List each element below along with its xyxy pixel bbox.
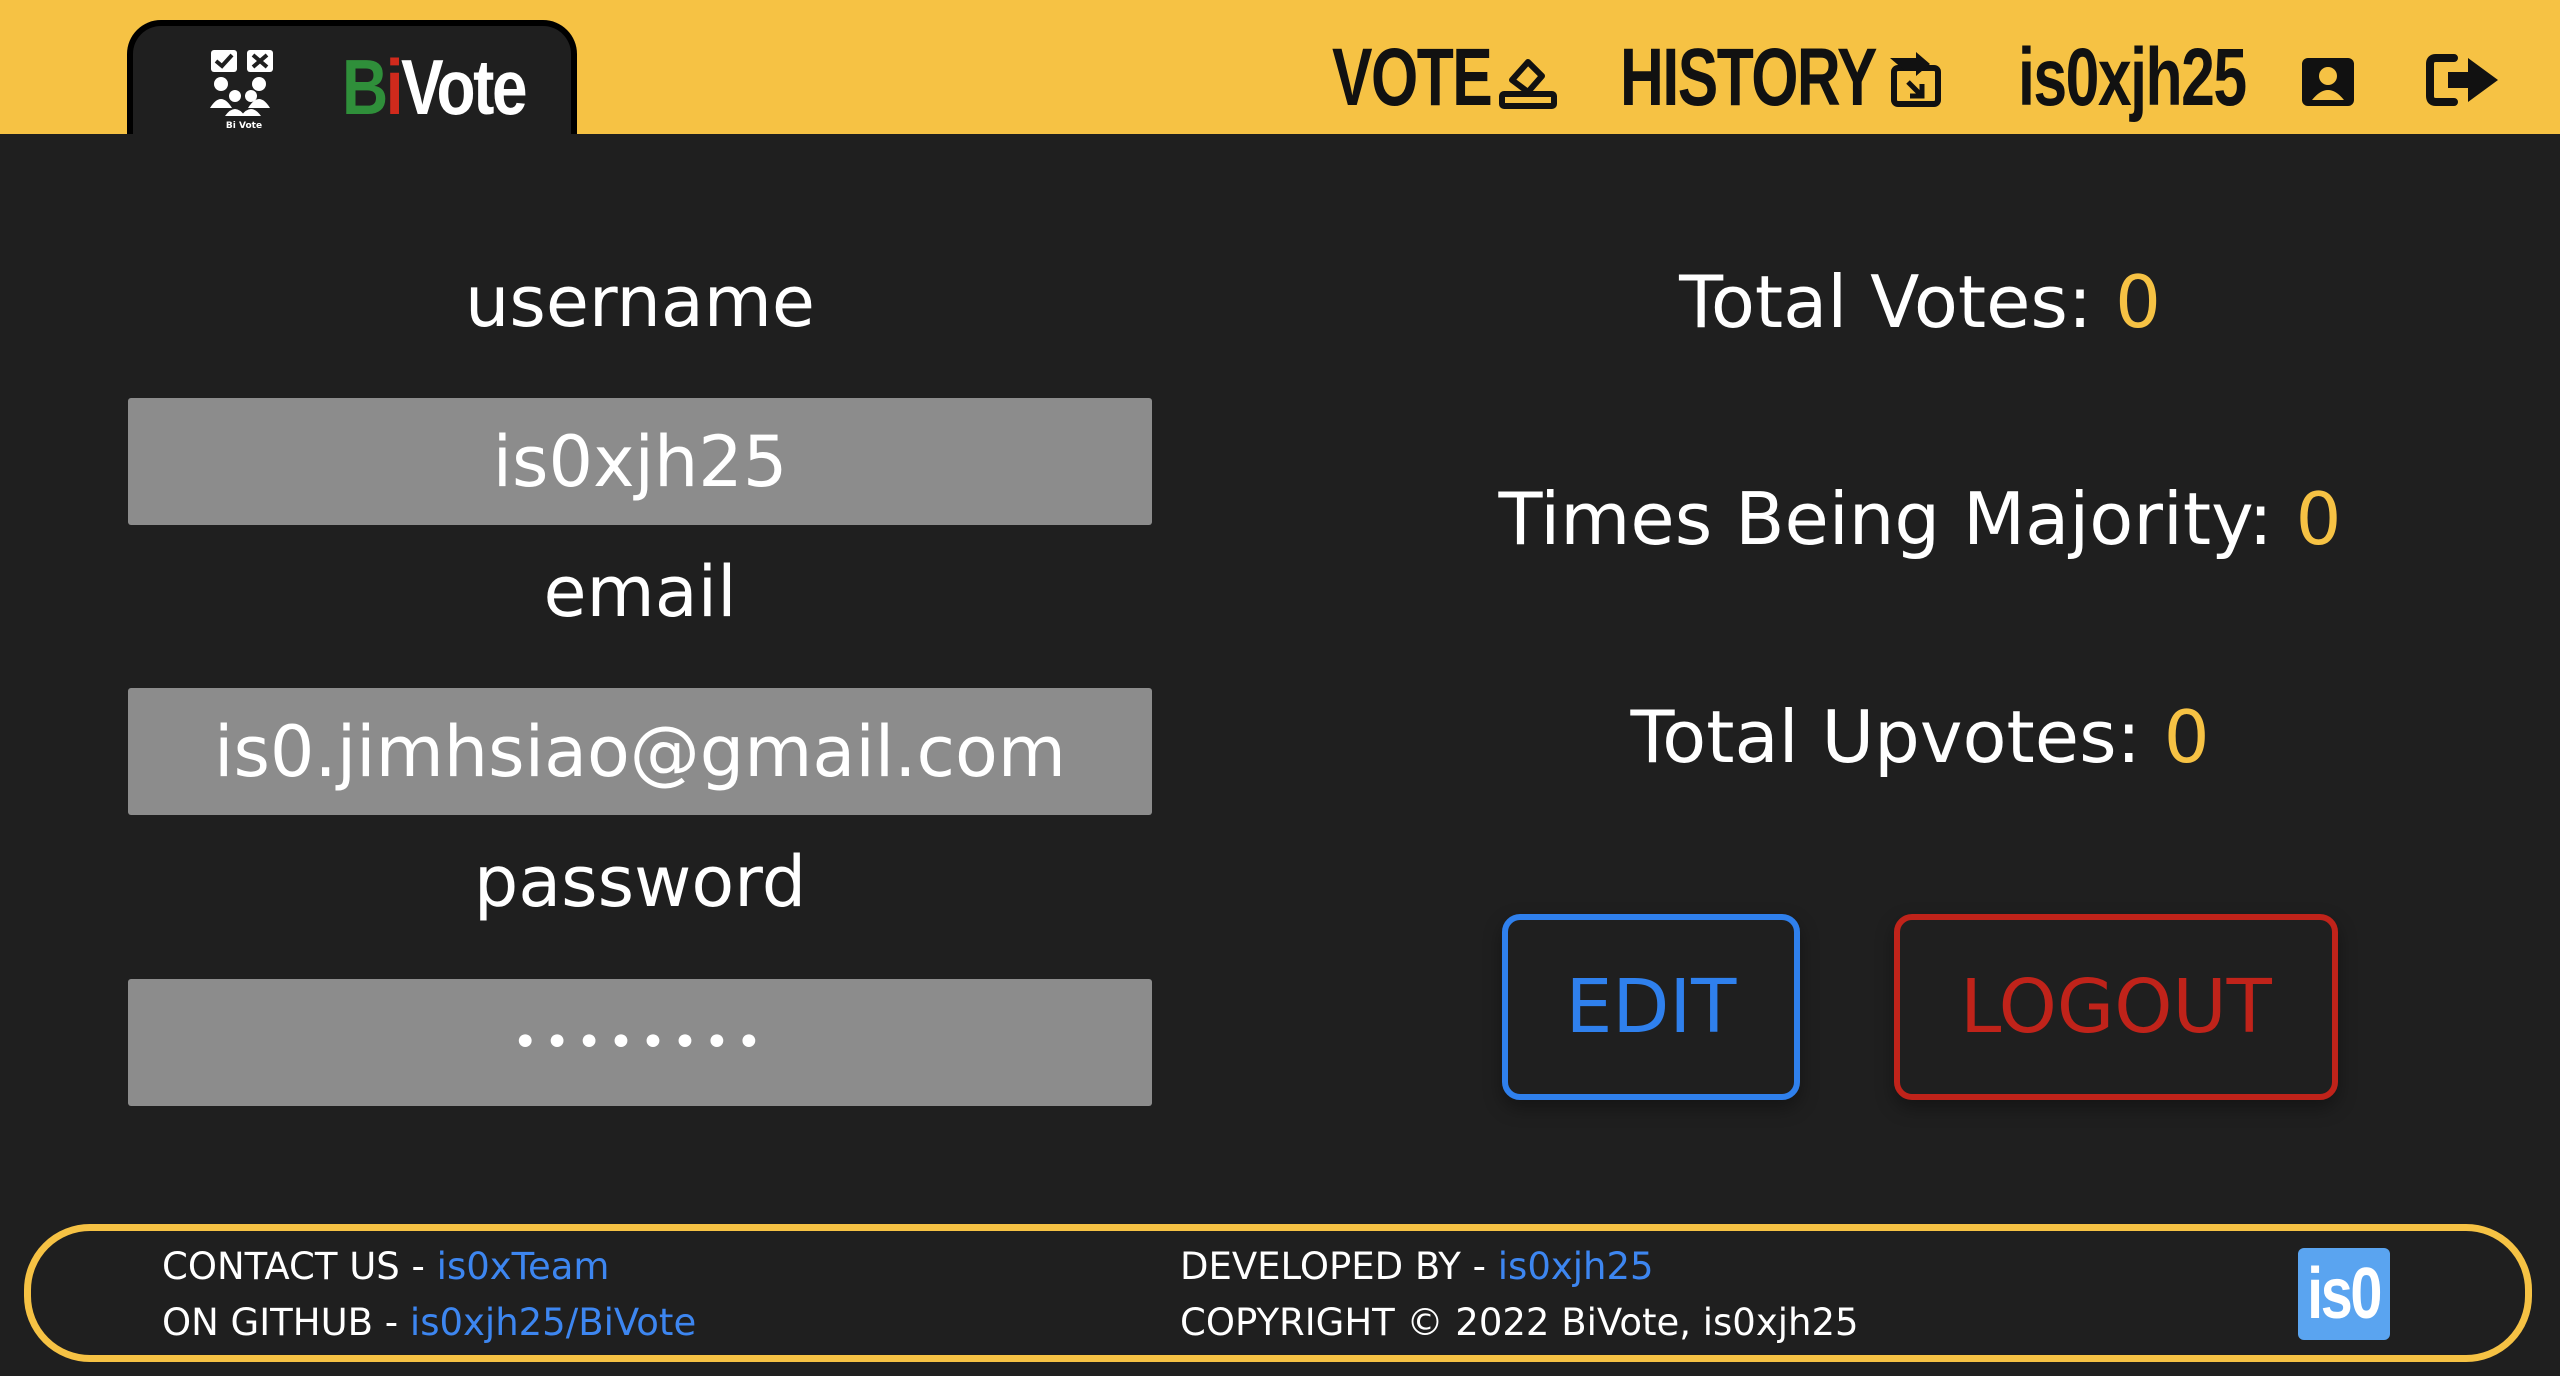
developer-link[interactable]: is0xjh25 [1498,1245,1654,1288]
nav-sign-out[interactable] [2424,28,2504,128]
contact-link[interactable]: is0xTeam [437,1245,610,1288]
brand-name[interactable]: BiVote [342,42,528,132]
email-label: email [543,551,737,633]
footer-developed-prefix: DEVELOPED BY - [1180,1245,1498,1288]
profile-page: Bi Vote BiVote VOTE HISTORY is0xjh25 use… [0,0,2560,1376]
footer-contact: CONTACT US - is0xTeam [162,1242,609,1292]
total-upvotes-value: 0 [2163,695,2210,779]
total-upvotes-label: Total Upvotes: [1630,695,2164,779]
footer-github-prefix: ON GITHUB - [162,1301,410,1344]
footer-developed: DEVELOPED BY - is0xjh25 [1180,1242,1654,1292]
majority-stat: Times Being Majority: 0 [1330,476,2510,562]
nav-vote[interactable]: VOTE [1332,28,1557,128]
is0-logo-text: is0 [2307,1254,2383,1334]
total-votes-stat: Total Votes: 0 [1330,259,2510,345]
brand-rest: Vote [401,43,527,131]
user-icon [2302,58,2354,106]
github-link[interactable]: is0xjh25/BiVote [410,1301,696,1344]
nav-history[interactable]: HISTORY [1620,28,1966,128]
edit-button[interactable]: EDIT [1502,914,1800,1100]
total-votes-label: Total Votes: [1679,260,2116,344]
total-upvotes-stat: Total Upvotes: 0 [1330,694,2510,780]
majority-value: 0 [2295,477,2342,561]
logo-caption: Bi Vote [226,121,262,131]
password-label: password [473,841,807,923]
ballot-box-icon [1499,59,1557,109]
footer-copyright: COPYRIGHT © 2022 BiVote, is0xjh25 [1180,1301,1859,1344]
top-navbar: Bi Vote BiVote VOTE HISTORY is0xjh25 [0,0,2560,134]
username-field[interactable] [128,398,1152,525]
footer-contact-prefix: CONTACT US - [162,1245,437,1288]
history-share-icon [1890,52,1941,107]
username-label: username [465,261,815,343]
total-votes-value: 0 [2115,260,2161,344]
is0-logo[interactable]: is0 [2298,1248,2390,1340]
brand-letter-i: i [385,43,404,131]
bivote-logo-icon: Bi Vote [210,50,273,131]
nav-user[interactable]: is0xjh25 [2018,28,2354,128]
sign-out-icon [2426,54,2498,106]
nav-history-label: HISTORY [1620,32,1877,123]
nav-user-label: is0xjh25 [2018,32,2247,123]
logout-button[interactable]: LOGOUT [1894,914,2338,1100]
majority-label: Times Being Majority: [1498,477,2296,561]
brand-letter-b: B [342,43,388,131]
email-field[interactable] [128,688,1152,815]
password-field[interactable] [128,979,1152,1106]
nav-vote-label: VOTE [1332,32,1493,123]
footer-github: ON GITHUB - is0xjh25/BiVote [162,1298,696,1348]
